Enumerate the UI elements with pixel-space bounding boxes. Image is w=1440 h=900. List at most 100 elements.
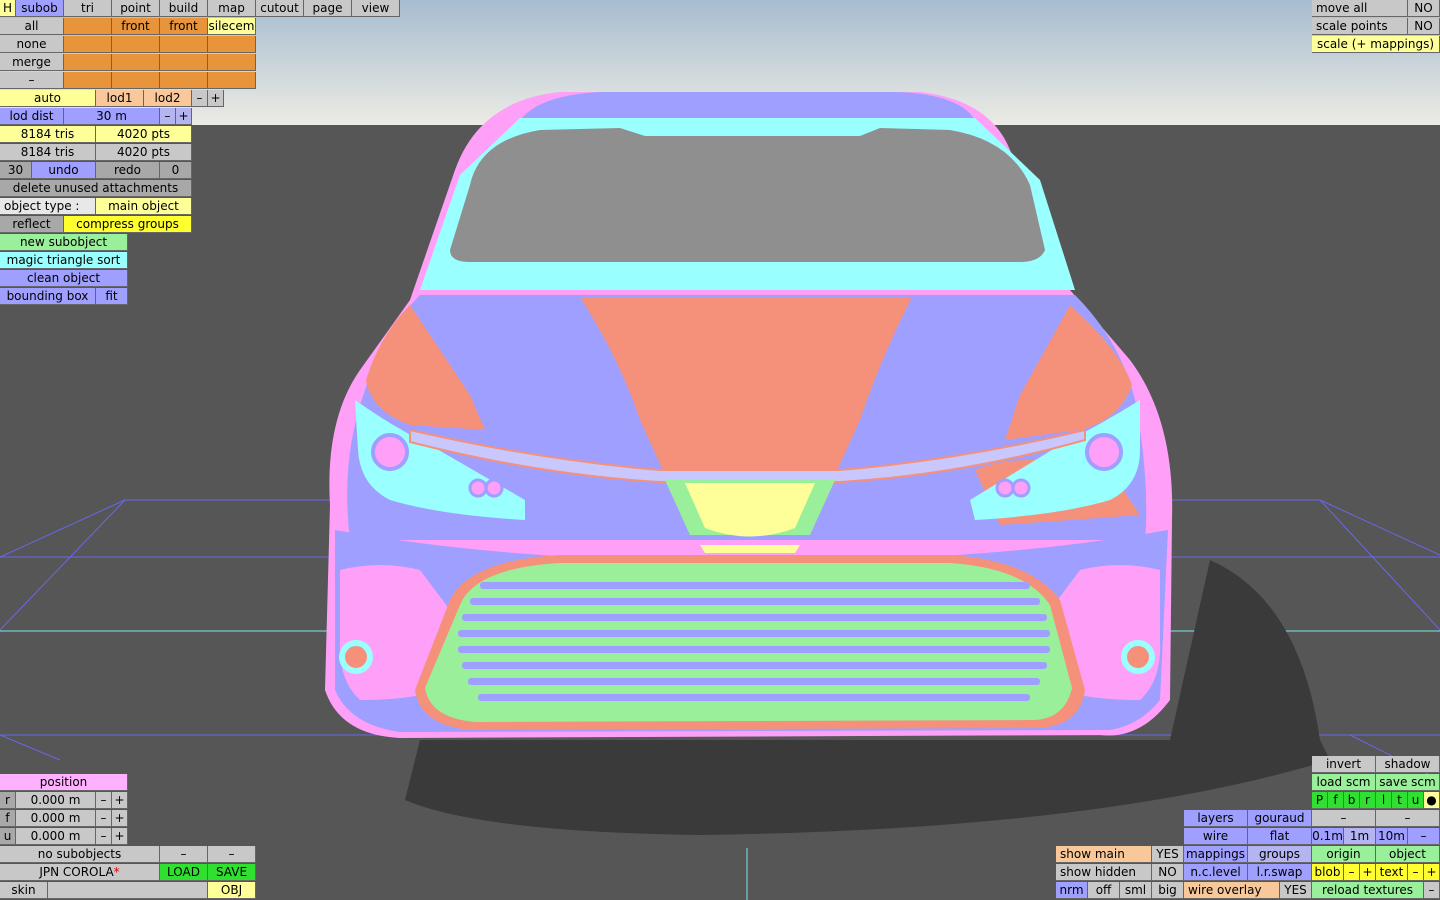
text-plus-button[interactable]: + (1424, 864, 1440, 881)
view-l-button[interactable]: l (1376, 792, 1392, 809)
subobject-slot[interactable] (112, 72, 160, 89)
sml-button[interactable]: sml (1120, 882, 1152, 899)
wire-overlay-value[interactable]: YES (1280, 882, 1312, 899)
nrm-button[interactable]: nrm (1056, 882, 1088, 899)
subobject-slot[interactable] (160, 72, 208, 89)
view-f-button[interactable]: f (1328, 792, 1344, 809)
show-main-value[interactable]: YES (1152, 846, 1184, 863)
merge-button[interactable]: merge (0, 54, 64, 71)
load-button[interactable]: LOAD (160, 864, 208, 881)
big-button[interactable]: big (1152, 882, 1184, 899)
position-r-minus[interactable]: – (96, 792, 112, 809)
mappings-button[interactable]: mappings (1184, 846, 1248, 863)
gouraud-button[interactable]: gouraud (1248, 810, 1312, 827)
lod1-button[interactable]: lod1 (96, 90, 144, 107)
show-hidden-value[interactable]: NO (1152, 864, 1184, 881)
tab-cutout[interactable]: cutout (256, 0, 304, 17)
scale-points-toggle[interactable]: scale points (1312, 18, 1408, 35)
scale-mappings-button[interactable]: scale (+ mappings) (1312, 36, 1440, 53)
lod-dist-minus-button[interactable]: – (160, 108, 176, 125)
viewport[interactable] (0, 0, 1440, 900)
filename-field[interactable]: JPN COROLA* (0, 864, 160, 881)
step-minus-1[interactable]: – (1312, 810, 1376, 827)
view-p-button[interactable]: P (1312, 792, 1328, 809)
save-button[interactable]: SAVE (208, 864, 256, 881)
view-r-button[interactable]: r (1360, 792, 1376, 809)
scale-points-value[interactable]: NO (1408, 18, 1440, 35)
step-minus-2[interactable]: – (1376, 810, 1440, 827)
reload-textures-button[interactable]: reload textures (1312, 882, 1424, 899)
move-all-value[interactable]: NO (1408, 0, 1440, 17)
tab-subob[interactable]: subob (16, 0, 64, 17)
blob-minus-button[interactable]: – (1344, 864, 1360, 881)
new-subobject-button[interactable]: new subobject (0, 234, 128, 251)
redo-button[interactable]: redo (96, 162, 160, 179)
subobject-slot[interactable] (112, 36, 160, 53)
subobject-minus-2[interactable]: – (208, 846, 256, 863)
tab-page[interactable]: page (304, 0, 352, 17)
move-all-toggle[interactable]: move all (1312, 0, 1408, 17)
show-main-toggle[interactable]: show main (1056, 846, 1152, 863)
position-r-value[interactable]: 0.000 m (16, 792, 96, 809)
load-scm-button[interactable]: load scm (1312, 774, 1376, 791)
clean-object-button[interactable]: clean object (0, 270, 128, 287)
select-all-button[interactable]: all (0, 18, 64, 35)
lr-swap-button[interactable]: l.r.swap (1248, 864, 1312, 881)
blob-plus-button[interactable]: + (1360, 864, 1376, 881)
subobject-front-1[interactable]: front (112, 18, 160, 35)
invert-button[interactable]: invert (1312, 756, 1376, 773)
subobject-slot[interactable] (112, 54, 160, 71)
subobject-slot[interactable] (208, 54, 256, 71)
off-button[interactable]: off (1088, 882, 1120, 899)
magic-triangle-sort-button[interactable]: magic triangle sort (0, 252, 128, 269)
subobject-slot[interactable] (64, 18, 112, 35)
tab-h[interactable]: H (0, 0, 16, 17)
object-type-select[interactable]: main object (96, 198, 192, 215)
subobject-slot[interactable] (208, 36, 256, 53)
reload-minus-button[interactable]: – (1424, 882, 1440, 899)
text-button[interactable]: text (1376, 864, 1408, 881)
wire-button[interactable]: wire (1184, 828, 1248, 845)
tab-map[interactable]: map (208, 0, 256, 17)
position-f-plus[interactable]: + (112, 810, 128, 827)
tab-view[interactable]: view (352, 0, 400, 17)
skin-button[interactable]: skin (0, 882, 48, 899)
object-button[interactable]: object (1376, 846, 1440, 863)
obj-button[interactable]: OBJ (208, 882, 256, 899)
step-1m-button[interactable]: 1m (1344, 828, 1376, 845)
lod-plus-button[interactable]: + (208, 90, 224, 107)
show-hidden-toggle[interactable]: show hidden (1056, 864, 1152, 881)
shadow-button[interactable]: shadow (1376, 756, 1440, 773)
fit-button[interactable]: fit (96, 288, 128, 305)
tab-point[interactable]: point (112, 0, 160, 17)
step-0-1m-button[interactable]: 0.1m (1312, 828, 1344, 845)
save-scm-button[interactable]: save scm (1376, 774, 1440, 791)
groups-button[interactable]: groups (1248, 846, 1312, 863)
tab-build[interactable]: build (160, 0, 208, 17)
position-r-plus[interactable]: + (112, 792, 128, 809)
position-u-plus[interactable]: + (112, 828, 128, 845)
lod-minus-button[interactable]: – (192, 90, 208, 107)
subobject-minus-1[interactable]: – (160, 846, 208, 863)
position-u-minus[interactable]: – (96, 828, 112, 845)
position-u-value[interactable]: 0.000 m (16, 828, 96, 845)
subobject-slot[interactable] (160, 36, 208, 53)
remove-button[interactable]: – (0, 72, 64, 89)
skin-field[interactable] (48, 882, 208, 899)
subobject-front-2[interactable]: front (160, 18, 208, 35)
step-minus-3[interactable]: – (1408, 828, 1440, 845)
lod-auto-button[interactable]: auto (0, 90, 96, 107)
subobject-silecem[interactable]: silecem (208, 18, 256, 35)
bounding-box-button[interactable]: bounding box (0, 288, 96, 305)
subobject-slot[interactable] (160, 54, 208, 71)
tab-tri[interactable]: tri (64, 0, 112, 17)
step-10m-button[interactable]: 10m (1376, 828, 1408, 845)
origin-button[interactable]: origin (1312, 846, 1376, 863)
view-dot-button[interactable]: ● (1424, 792, 1440, 809)
blob-button[interactable]: blob (1312, 864, 1344, 881)
reflect-button[interactable]: reflect (0, 216, 64, 233)
subobject-slot[interactable] (64, 72, 112, 89)
subobject-slot[interactable] (64, 36, 112, 53)
text-minus-button[interactable]: – (1408, 864, 1424, 881)
lod2-button[interactable]: lod2 (144, 90, 192, 107)
